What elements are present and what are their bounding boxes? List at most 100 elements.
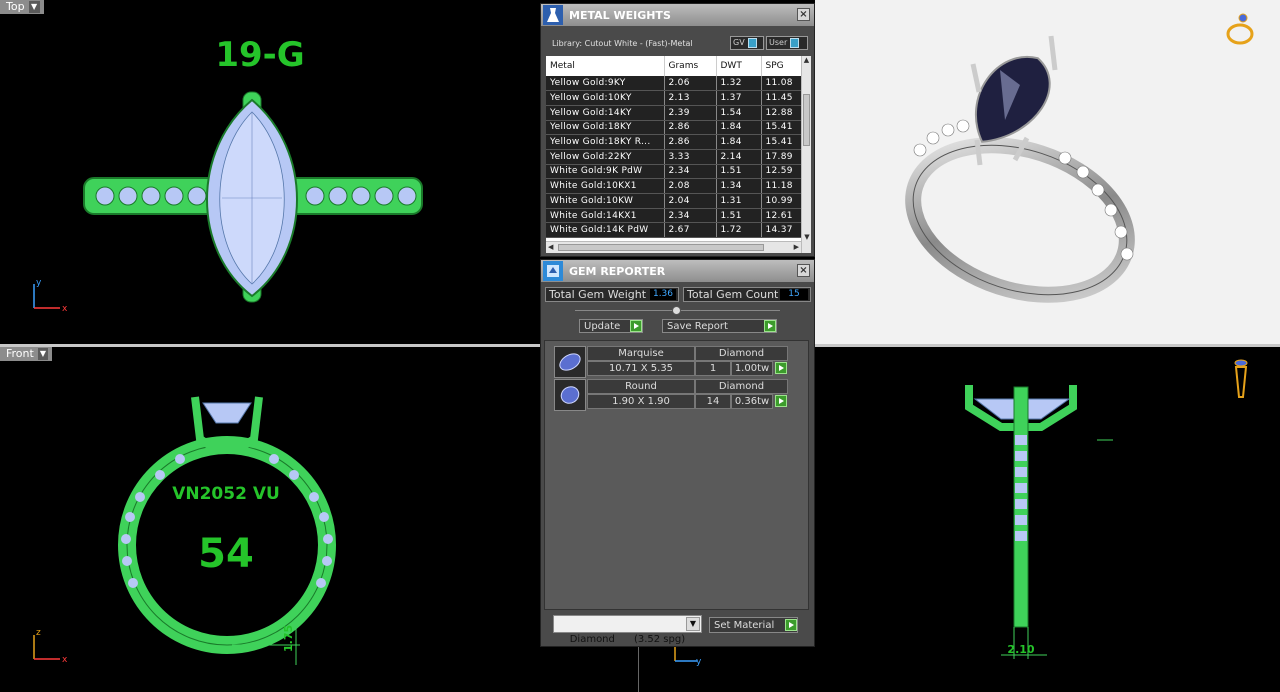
table-cell: 2.67 <box>664 222 717 239</box>
gem-shape: Round <box>587 379 695 394</box>
svg-text:y: y <box>36 278 42 288</box>
ring-render-icon[interactable] <box>1223 10 1257 48</box>
gem-weight: 0.36tw <box>731 394 773 409</box>
table-cell: 2.34 <box>664 208 717 224</box>
gem-size: 1.90 X 1.90 <box>587 394 695 409</box>
gem-detail-button[interactable] <box>775 362 787 374</box>
perspective-ring-render <box>905 35 1135 303</box>
top-view-title: 19-G <box>215 35 304 75</box>
vertical-scrollbar[interactable]: ▲ ▼ <box>801 56 811 253</box>
gem-report-icon <box>543 261 563 281</box>
table-cell: 15.41 <box>761 120 802 136</box>
gv-toggle[interactable]: GV <box>730 36 764 50</box>
horizontal-scrollbar[interactable]: ◀ ▶ <box>546 241 801 253</box>
gem-row[interactable]: Marquise Diamond 10.71 X 5.35 1 1.00tw <box>554 346 789 378</box>
gem-detail-button[interactable] <box>775 395 787 407</box>
axis-gizmo-front: z x <box>33 628 68 665</box>
material-select-value: Diamond (3.52 spg) <box>569 634 686 645</box>
gem-reporter-titlebar[interactable]: GEM REPORTER × <box>541 260 814 282</box>
table-cell: 1.84 <box>716 134 762 150</box>
table-cell: 1.32 <box>716 76 762 92</box>
svg-text:z: z <box>36 628 41 638</box>
table-cell: 12.88 <box>761 105 802 121</box>
table-cell: 1.31 <box>716 193 762 209</box>
table-cell: 10.99 <box>761 193 802 209</box>
table-cell: 12.61 <box>761 208 802 224</box>
viewport-top[interactable]: Top ▼ 19-G y x <box>0 0 540 344</box>
save-report-button[interactable]: Save Report <box>662 319 777 333</box>
table-cell: 2.13 <box>664 90 717 106</box>
table-cell: 2.04 <box>664 193 717 209</box>
gem-row[interactable]: Round Diamond 1.90 X 1.90 14 0.36tw <box>554 379 789 411</box>
gem-reporter-panel: GEM REPORTER × Total Gem Weight 1.36 Tot… <box>540 259 815 647</box>
chevron-down-icon[interactable]: ▼ <box>686 617 700 631</box>
table-row[interactable]: White Gold:14KX1 2.34 1.51 12.61 <box>546 208 802 224</box>
gem-count: 14 <box>695 394 731 409</box>
metal-weights-titlebar[interactable]: METAL WEIGHTS × <box>541 4 814 26</box>
table-row[interactable]: Yellow Gold:10KY 2.13 1.37 11.45 <box>546 90 802 106</box>
metal-weights-title: METAL WEIGHTS <box>569 8 671 22</box>
pen-tool-icon[interactable] <box>1231 357 1251 405</box>
table-cell: 2.39 <box>664 105 717 121</box>
table-cell: 2.14 <box>716 149 762 165</box>
total-gem-weight-field: Total Gem Weight 1.36 <box>545 287 679 302</box>
table-row[interactable]: White Gold:10KW 2.04 1.31 10.99 <box>546 193 802 209</box>
close-icon[interactable]: × <box>797 264 810 277</box>
table-cell: White Gold:14KX1 <box>546 208 665 224</box>
gem-weight: 1.00tw <box>731 361 773 376</box>
gem-material: Diamond <box>695 379 788 394</box>
viewport-perspective[interactable] <box>815 0 1280 344</box>
table-cell: 17.89 <box>761 149 802 165</box>
front-view-model: VN2052 VU 54 1.75 <box>118 396 336 665</box>
gem-count: 1 <box>695 361 731 376</box>
table-cell: 2.34 <box>664 164 717 180</box>
table-row[interactable]: Yellow Gold:14KY 2.39 1.54 12.88 <box>546 105 802 121</box>
table-row[interactable]: White Gold:14K PdW 2.67 1.72 14.37 <box>546 222 802 239</box>
table-row[interactable]: White Gold:10KX1 2.08 1.34 11.18 <box>546 178 802 194</box>
table-cell: 1.37 <box>716 90 762 106</box>
table-cell: White Gold:9K PdW <box>546 164 665 180</box>
table-cell: 12.59 <box>761 164 802 180</box>
table-cell: 1.72 <box>716 222 762 239</box>
viewport-front[interactable]: Front ▼ VN2052 VU 54 1.75 z x <box>0 347 540 692</box>
metal-table-container: Metal Grams DWT SPG Yellow Gold:9KY 2.06 1.32… <box>546 56 811 253</box>
table-cell: Yellow Gold:18KY R... <box>546 134 665 150</box>
svg-text:y: y <box>696 657 701 667</box>
table-cell: 3.33 <box>664 149 717 165</box>
library-label: Library: Cutout White - (Fast)-Metal GV … <box>541 26 814 56</box>
table-cell: 1.51 <box>716 164 762 180</box>
table-row[interactable]: Yellow Gold:9KY 2.06 1.32 11.08 <box>546 76 802 92</box>
gem-thumbnail-icon <box>554 379 586 411</box>
table-row[interactable]: Yellow Gold:18KY 2.86 1.84 15.41 <box>546 120 802 136</box>
update-button[interactable]: Update <box>579 319 643 333</box>
table-cell: 2.08 <box>664 178 717 194</box>
table-cell: 2.06 <box>664 76 717 92</box>
split-slider[interactable] <box>575 306 780 315</box>
table-cell: Yellow Gold:10KY <box>546 90 665 106</box>
total-gem-count-value: 15 <box>780 289 808 300</box>
table-row[interactable]: Yellow Gold:22KY 3.33 2.14 17.89 <box>546 149 802 165</box>
table-cell: 2.86 <box>664 134 717 150</box>
column-header[interactable]: SPG <box>761 56 802 76</box>
user-toggle[interactable]: User <box>766 36 808 50</box>
material-select[interactable]: Diamond (3.52 spg) ▼ <box>553 615 702 645</box>
axis-gizmo-top: y x <box>33 278 68 314</box>
column-header[interactable]: DWT <box>716 56 762 76</box>
gem-size: 10.71 X 5.35 <box>587 361 695 376</box>
column-header[interactable]: Metal <box>546 56 665 76</box>
front-dimension: 1.75 <box>282 625 295 652</box>
table-row[interactable]: Yellow Gold:18KY R... 2.86 1.84 15.41 <box>546 134 802 150</box>
table-cell: 11.18 <box>761 178 802 194</box>
front-ring-size: 54 <box>198 531 254 577</box>
table-cell: 1.84 <box>716 120 762 136</box>
table-cell: 1.34 <box>716 178 762 194</box>
top-view-model: 19-G <box>83 35 423 303</box>
table-cell: 11.08 <box>761 76 802 92</box>
close-icon[interactable]: × <box>797 8 810 21</box>
table-cell: 2.86 <box>664 120 717 136</box>
column-header[interactable]: Grams <box>664 56 717 76</box>
set-material-button[interactable]: Set Material <box>709 617 798 633</box>
play-icon <box>630 320 642 332</box>
table-cell: White Gold:14K PdW <box>546 222 665 239</box>
table-row[interactable]: White Gold:9K PdW 2.34 1.51 12.59 <box>546 164 802 180</box>
